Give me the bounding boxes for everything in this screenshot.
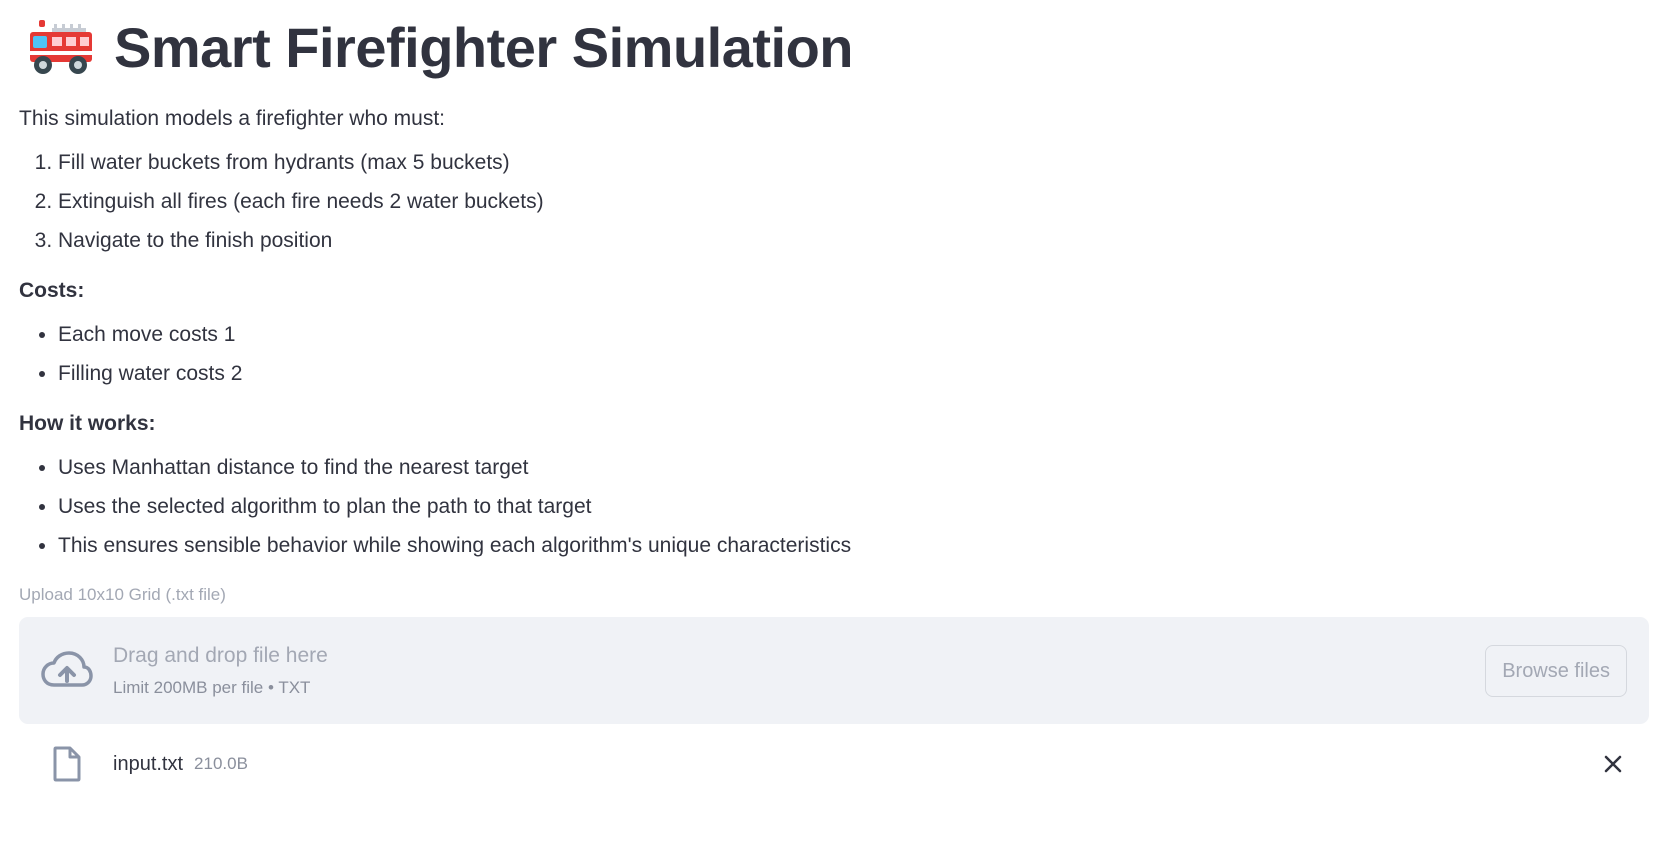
- cost-item: Filling water costs 2: [58, 359, 1648, 389]
- fire-engine-icon: [30, 20, 92, 74]
- step-item: Navigate to the finish position: [58, 226, 1648, 256]
- how-it-works-list: Uses Manhattan distance to find the near…: [19, 453, 1648, 561]
- cost-item: Each move costs 1: [58, 320, 1648, 350]
- uploaded-file-row: input.txt 210.0B: [19, 742, 1649, 786]
- file-icon: [53, 746, 81, 782]
- how-item: This ensures sensible behavior while sho…: [58, 531, 1648, 561]
- dropzone-texts: Drag and drop file here Limit 200MB per …: [113, 642, 328, 700]
- drop-instructions: Drag and drop file here: [113, 643, 328, 667]
- steps-list: Fill water buckets from hydrants (max 5 …: [19, 148, 1648, 256]
- close-icon[interactable]: [1599, 750, 1627, 778]
- costs-heading: Costs:: [19, 279, 85, 302]
- step-item: Fill water buckets from hydrants (max 5 …: [58, 148, 1648, 178]
- cloud-upload-icon: [41, 650, 93, 687]
- browse-files-button[interactable]: Browse files: [1485, 645, 1627, 697]
- file-dropzone[interactable]: Drag and drop file here Limit 200MB per …: [19, 617, 1649, 724]
- page-title: Smart Firefighter Simulation: [114, 16, 854, 79]
- how-it-works-heading: How it works:: [19, 412, 156, 435]
- how-item: Uses Manhattan distance to find the near…: [58, 453, 1648, 483]
- page: Smart Firefighter Simulation This simula…: [0, 15, 1675, 847]
- file-size: 210.0B: [194, 754, 248, 773]
- file-limit-text: Limit 200MB per file • TXT: [113, 677, 311, 697]
- how-item: Uses the selected algorithm to plan the …: [58, 492, 1648, 522]
- costs-list: Each move costs 1 Filling water costs 2: [19, 320, 1648, 389]
- file-name: input.txt: [113, 752, 184, 775]
- title-row: Smart Firefighter Simulation: [19, 15, 1648, 81]
- step-item: Extinguish all fires (each fire needs 2 …: [58, 187, 1648, 217]
- intro-text: This simulation models a firefighter who…: [19, 107, 445, 130]
- upload-label: Upload 10x10 Grid (.txt file): [19, 585, 226, 604]
